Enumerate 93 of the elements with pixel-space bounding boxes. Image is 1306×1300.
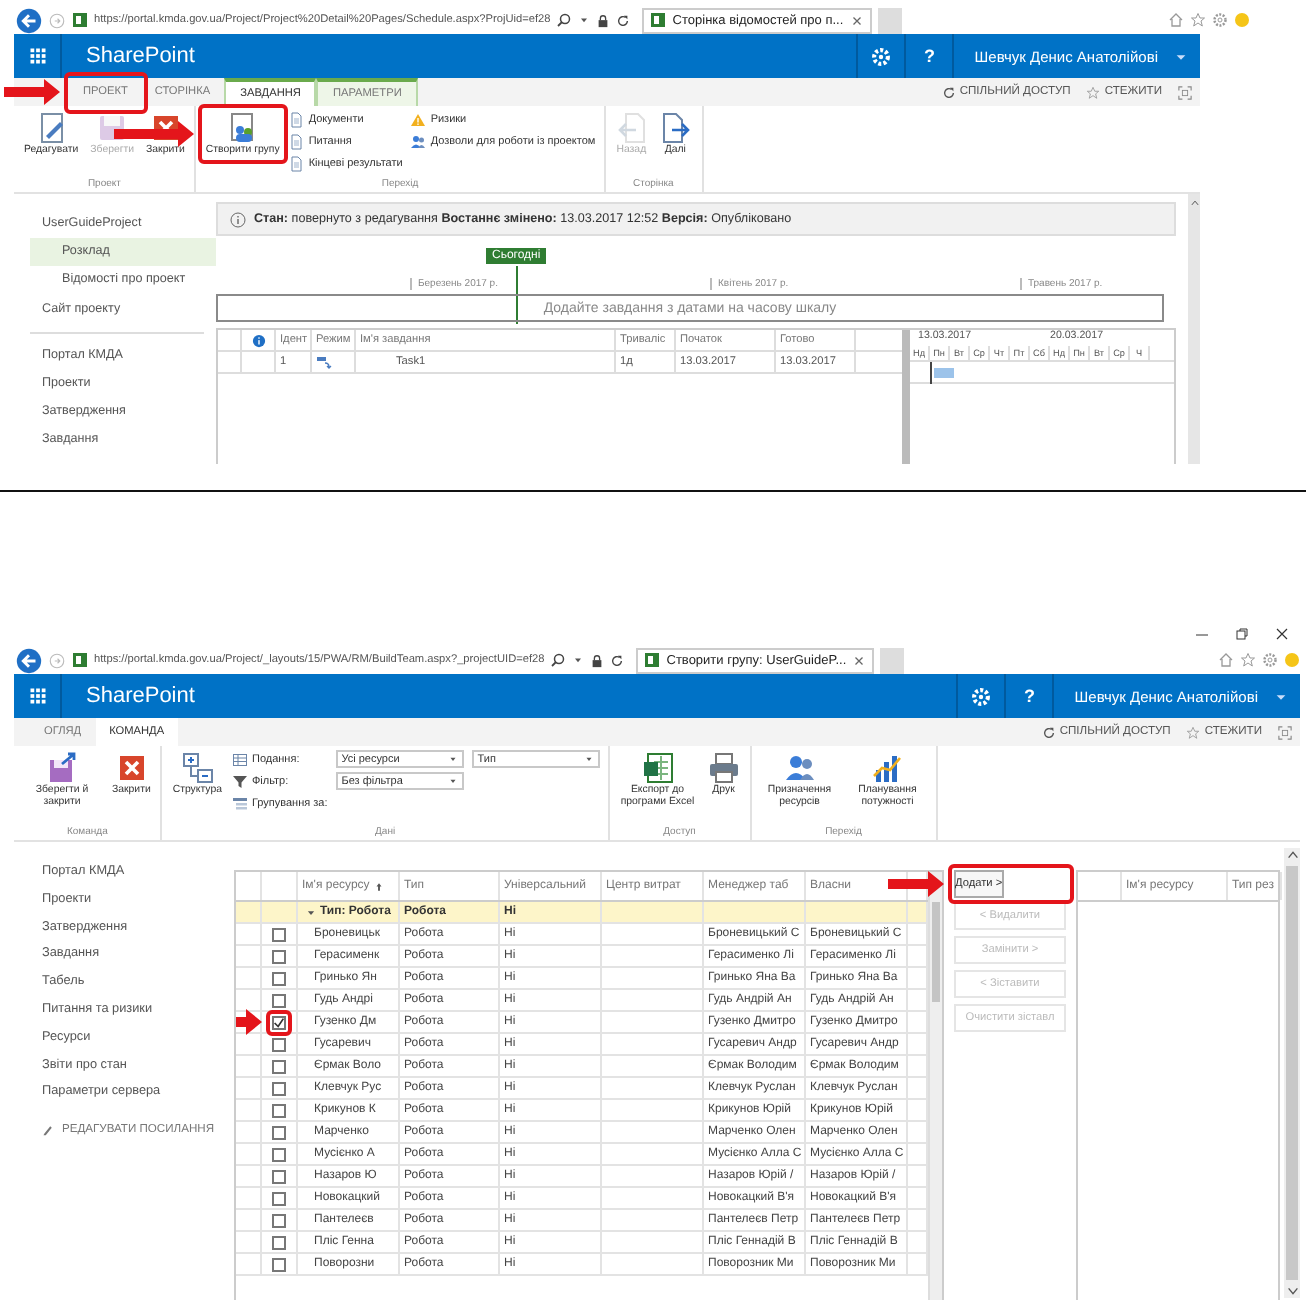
checkbox[interactable]: [272, 1191, 286, 1205]
back-icon[interactable]: [16, 7, 42, 33]
printer-icon: [707, 752, 740, 784]
checkbox[interactable]: [272, 1081, 286, 1095]
share-icon: [941, 85, 956, 99]
scrollbar[interactable]: [1284, 848, 1300, 1298]
close-icon[interactable]: [849, 13, 864, 27]
scroll-up-icon: [1285, 848, 1299, 862]
scroll-down-icon: [1285, 1284, 1299, 1298]
app-icon: [644, 652, 661, 668]
checkbox[interactable]: [272, 1015, 286, 1029]
settings-icon[interactable]: [1212, 12, 1228, 28]
app-launcher-icon[interactable]: [27, 46, 47, 66]
forward-icon: [659, 112, 692, 144]
people-icon: [410, 133, 427, 149]
checkbox[interactable]: [272, 1257, 286, 1271]
caret-icon: [583, 754, 594, 764]
caret-icon[interactable]: [572, 654, 585, 666]
collapse-icon[interactable]: [306, 907, 316, 917]
document-icon: [288, 111, 305, 127]
today-line: [516, 266, 518, 324]
lock-icon: [590, 653, 605, 667]
task-mode-icon: [316, 354, 332, 370]
share-icon: [1041, 725, 1056, 739]
scrollbar[interactable]: [1188, 194, 1200, 464]
search-icon[interactable]: [550, 652, 567, 668]
task-bar: [934, 368, 954, 378]
checkbox[interactable]: [272, 993, 286, 1007]
checkbox[interactable]: [272, 1103, 286, 1117]
checkbox[interactable]: [272, 1147, 286, 1161]
pointer-arrow: [3, 79, 59, 105]
warning-icon: [410, 111, 427, 127]
app-title: SharePoint: [84, 42, 195, 72]
back-icon: [615, 112, 648, 144]
home-icon[interactable]: [1218, 652, 1234, 668]
bar-chart-icon: [871, 752, 904, 784]
close-icon[interactable]: [852, 653, 867, 667]
search-icon[interactable]: [556, 12, 573, 28]
document-icon: [288, 133, 305, 149]
checkbox[interactable]: [272, 1037, 286, 1051]
people-icon: [783, 752, 816, 784]
pencil-icon: [42, 1124, 54, 1137]
star-icon[interactable]: [1190, 12, 1206, 28]
app-icon: [72, 652, 88, 668]
settings-icon[interactable]: [1262, 652, 1278, 668]
home-icon[interactable]: [1168, 12, 1184, 28]
outline-icon: [181, 752, 214, 784]
star-icon: [1186, 725, 1201, 739]
save-icon: [46, 752, 78, 784]
pointer-arrow: [113, 120, 194, 147]
checkbox[interactable]: [272, 949, 286, 963]
refresh-icon[interactable]: [616, 13, 631, 27]
check-icon: [272, 1015, 286, 1029]
document-icon: [288, 155, 305, 171]
caret-icon[interactable]: [578, 14, 591, 26]
info-icon: [251, 333, 265, 347]
caret-icon: [1274, 689, 1288, 703]
refresh-icon[interactable]: [610, 653, 625, 667]
scrollbar[interactable]: [928, 872, 942, 1300]
focus-icon[interactable]: [1178, 85, 1192, 99]
back-icon[interactable]: [16, 647, 42, 673]
checkbox[interactable]: [272, 1169, 286, 1183]
sort-icon: [373, 881, 384, 891]
checkbox[interactable]: [272, 1125, 286, 1139]
close-icon[interactable]: [1274, 626, 1290, 642]
app-launcher-icon[interactable]: [27, 686, 47, 706]
pointer-arrow: [887, 870, 943, 896]
today-marker: [930, 362, 932, 384]
filter-icon: [231, 773, 248, 789]
caret-icon: [447, 776, 458, 786]
edit-icon: [35, 112, 68, 144]
restore-icon[interactable]: [1234, 626, 1250, 642]
group-icon: [231, 795, 248, 811]
app-title: SharePoint: [84, 682, 195, 712]
star-icon[interactable]: [1240, 652, 1256, 668]
app-icon: [72, 12, 88, 28]
star-icon: [1086, 85, 1101, 99]
close-icon: [115, 752, 148, 784]
table-icon: [231, 751, 248, 767]
checkbox[interactable]: [272, 927, 286, 941]
team-icon: [226, 111, 259, 143]
caret-icon: [1174, 49, 1188, 63]
scroll-up-icon: [1189, 198, 1199, 208]
checkbox[interactable]: [272, 1059, 286, 1073]
info-icon: [230, 211, 246, 227]
caret-icon: [447, 754, 458, 764]
focus-icon[interactable]: [1278, 725, 1292, 739]
app-icon: [650, 12, 667, 28]
checkbox[interactable]: [272, 1235, 286, 1249]
checkbox[interactable]: [272, 1213, 286, 1227]
checkbox[interactable]: [272, 971, 286, 985]
lock-icon: [596, 13, 611, 27]
excel-icon: [641, 752, 674, 784]
